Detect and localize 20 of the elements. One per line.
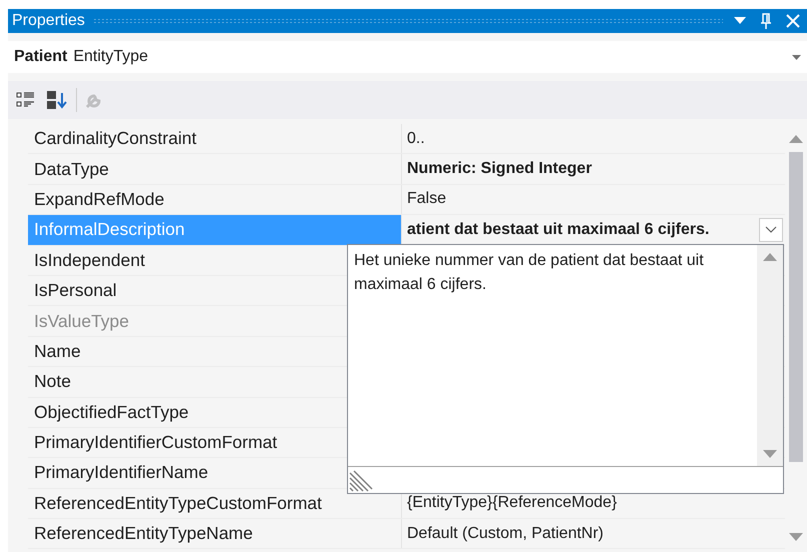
caret-icon bbox=[792, 54, 801, 60]
chevron-icon bbox=[765, 226, 777, 234]
scroll-up-icon[interactable] bbox=[789, 135, 803, 143]
dropdown-button[interactable] bbox=[759, 218, 783, 242]
sort-icon bbox=[46, 90, 68, 110]
resize-grip-icon[interactable] bbox=[348, 469, 374, 493]
window-title: Properties bbox=[12, 12, 85, 30]
property-value[interactable]: atient dat bestaat uit maximaal 6 cijfers. bbox=[402, 215, 785, 245]
object-selector[interactable]: Patient EntityType bbox=[8, 41, 807, 73]
object-type: EntityType bbox=[73, 48, 150, 66]
property-value[interactable]: False bbox=[402, 184, 785, 214]
description-editor-dialog[interactable]: Het unieke nummer van de patient dat bestaat uit maximaal 6 cijfers. bbox=[347, 244, 784, 494]
scroll-up-icon[interactable] bbox=[763, 253, 777, 261]
scroll-down-icon[interactable] bbox=[789, 533, 803, 541]
property-value[interactable]: Numeric: Signed Integer bbox=[402, 154, 785, 184]
caret-icon bbox=[734, 17, 746, 25]
property-value[interactable]: 0.. bbox=[402, 124, 785, 154]
property-value[interactable]: Default (Custom, PatientNr) bbox=[402, 519, 785, 548]
object-name: Patient bbox=[14, 48, 68, 66]
scroll-down-icon[interactable] bbox=[763, 450, 777, 458]
